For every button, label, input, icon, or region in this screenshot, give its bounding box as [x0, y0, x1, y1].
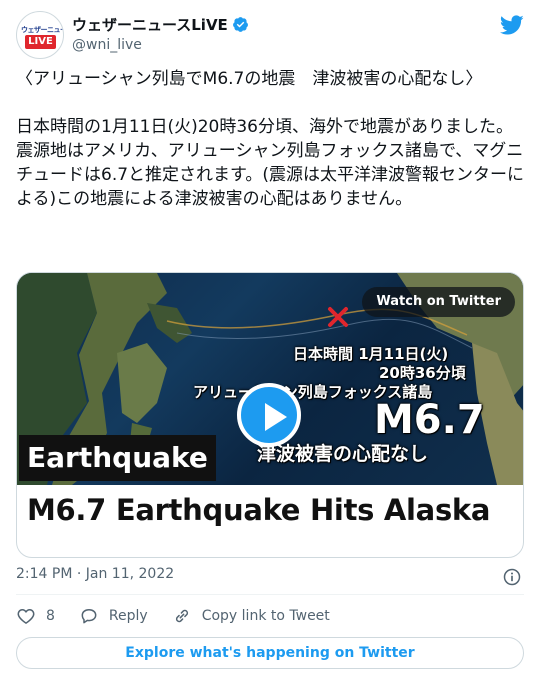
reply-action[interactable]: Reply	[79, 606, 148, 626]
avatar-top-text: ウェザーニュース	[21, 26, 63, 34]
card-title[interactable]: M6.7 Earthquake Hits Alaska	[27, 493, 490, 527]
display-name[interactable]: ウェザーニュースLiVE	[72, 14, 228, 35]
play-button[interactable]	[237, 383, 301, 447]
divider	[16, 594, 524, 595]
overlay-time-line1: 日本時間 1月11日(火)	[293, 345, 449, 363]
overlay-time-line2: 20時36分頃	[379, 364, 466, 382]
tweet-header: ウェザーニュース LIVE ウェザーニュースLiVE @wni_live	[16, 11, 524, 63]
earthquake-label: Earthquake	[19, 435, 216, 481]
overlay-magnitude: M6.7	[374, 397, 485, 443]
play-icon	[265, 403, 287, 431]
like-count: 8	[46, 608, 55, 624]
reply-icon	[81, 609, 97, 624]
reply-label: Reply	[108, 608, 148, 624]
tweet-actions: 8 Reply Copy link to Tweet	[16, 604, 354, 628]
copy-link-label: Copy link to Tweet	[201, 608, 330, 624]
copy-link-action[interactable]: Copy link to Tweet	[172, 606, 330, 626]
video-card[interactable]: Watch on Twitter 日本時間 1月11日(火) 20時36分頃 ア…	[16, 272, 524, 558]
name-row: ウェザーニュースLiVE	[72, 14, 249, 35]
info-icon[interactable]	[502, 567, 522, 587]
twitter-bird-icon[interactable]	[500, 13, 524, 37]
avatar-live-badge: LIVE	[25, 35, 56, 49]
avatar[interactable]: ウェザーニュース LIVE	[16, 11, 64, 59]
watch-on-twitter-button[interactable]: Watch on Twitter	[362, 287, 515, 317]
video-thumbnail[interactable]: Watch on Twitter 日本時間 1月11日(火) 20時36分頃 ア…	[17, 273, 523, 485]
link-icon	[175, 609, 188, 623]
explore-twitter-button[interactable]: Explore what's happening on Twitter	[16, 637, 524, 669]
verified-badge-icon	[232, 17, 248, 32]
quake-x-marker-icon	[328, 307, 348, 327]
like-action[interactable]: 8	[16, 606, 55, 626]
tweet-text: 〈アリューシャン列島でM6.7の地震 津波被害の心配なし〉 日本時間の1月11日…	[16, 69, 524, 209]
heart-icon	[17, 609, 35, 624]
tweet-timestamp[interactable]: 2:14 PM · Jan 11, 2022	[16, 566, 174, 582]
account-handle[interactable]: @wni_live	[72, 37, 142, 53]
